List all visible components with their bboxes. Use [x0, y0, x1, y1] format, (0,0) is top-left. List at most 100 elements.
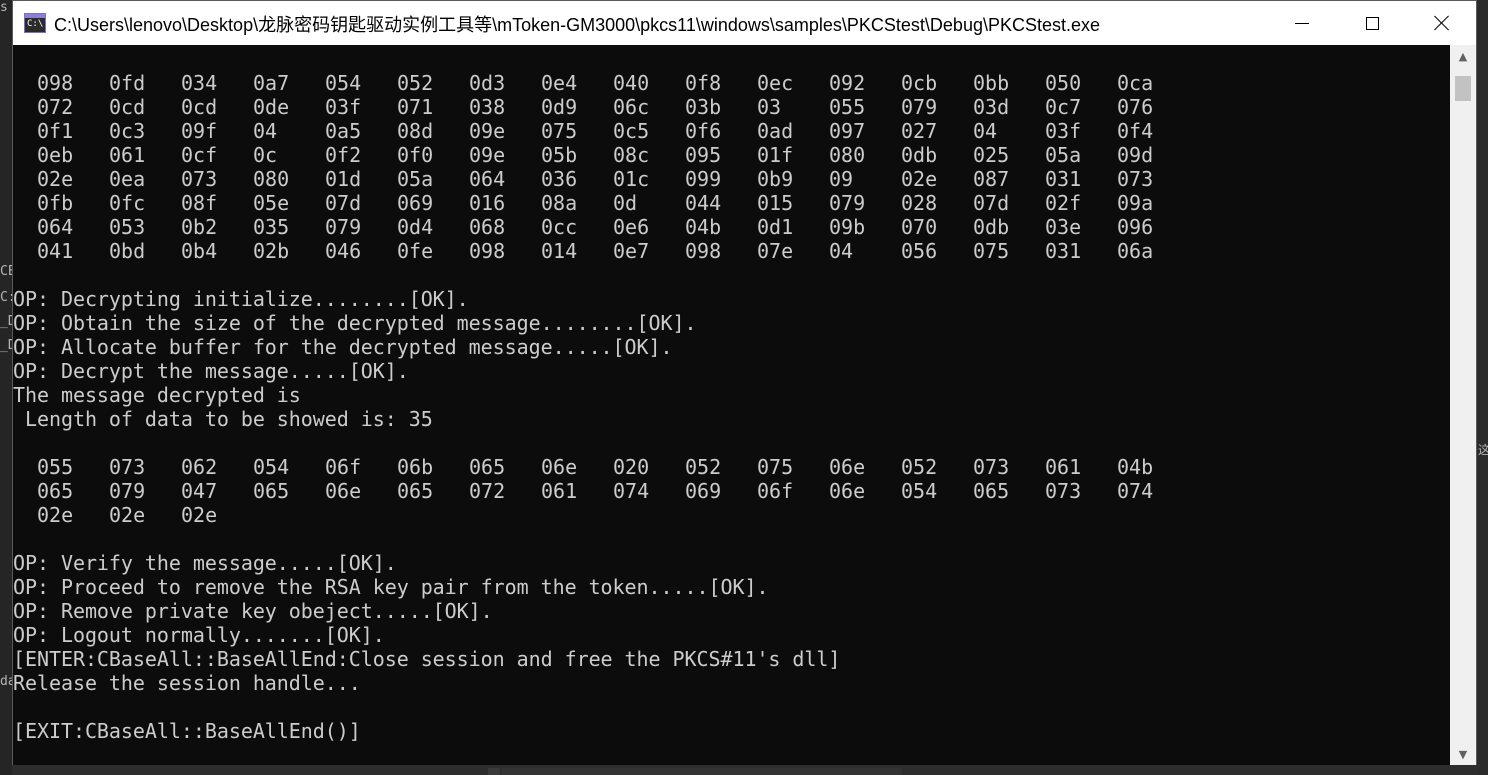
hex-value: 0fe	[397, 239, 434, 263]
hex-value: 0fb	[37, 191, 74, 215]
hex-value: 065	[253, 479, 290, 503]
hex-value: 079	[829, 191, 866, 215]
scroll-down-icon[interactable]: ▼	[1450, 743, 1476, 765]
hex-value: 027	[901, 119, 938, 143]
hex-value: 069	[397, 191, 434, 215]
desktop-fragment: _D	[0, 314, 12, 329]
hex-value: 065	[397, 479, 434, 503]
hex-value: 0ec	[757, 71, 794, 95]
console-line: The message decrypted is	[13, 383, 301, 407]
hex-value: 0cd	[109, 95, 146, 119]
console-line: OP: Proceed to remove the RSA key pair f…	[13, 575, 769, 599]
hex-value: 040	[613, 71, 650, 95]
console-line: OP: Obtain the size of the decrypted mes…	[13, 311, 697, 335]
scroll-up-icon[interactable]: ▲	[1450, 45, 1476, 67]
hex-value: 065	[469, 455, 506, 479]
hex-value: 02e	[901, 167, 938, 191]
hex-value: 0a5	[325, 119, 362, 143]
hex-value: 03e	[1045, 215, 1082, 239]
hex-value: 034	[181, 71, 218, 95]
hex-value: 074	[1117, 479, 1154, 503]
console-line: [EXIT:CBaseAll::BaseAllEnd()]	[13, 719, 361, 743]
hex-value: 0fd	[109, 71, 146, 95]
desktop-divider	[488, 768, 500, 775]
desktop-fragment: 这	[1478, 443, 1488, 457]
hex-value: 061	[1045, 455, 1082, 479]
hex-value: 06c	[613, 95, 650, 119]
console-line: Release the session handle...	[13, 671, 361, 695]
hex-value: 031	[1045, 167, 1082, 191]
desktop-fragment: CE	[0, 264, 12, 279]
console-line: OP: Allocate buffer for the decrypted me…	[13, 335, 673, 359]
desktop-fragment: _D	[0, 338, 12, 353]
hex-value: 02e	[37, 167, 74, 191]
hex-value: 06e	[325, 479, 362, 503]
hex-value: 020	[613, 455, 650, 479]
hex-value: 087	[973, 167, 1010, 191]
hex-value: 0f6	[685, 119, 722, 143]
hex-value: 054	[253, 455, 290, 479]
minimize-button[interactable]	[1267, 1, 1337, 45]
hex-value: 06f	[325, 455, 362, 479]
hex-value: 08c	[613, 143, 650, 167]
hex-value: 09a	[1117, 191, 1154, 215]
hex-value: 0d	[613, 191, 638, 215]
hex-value: 071	[397, 95, 434, 119]
hex-value: 075	[541, 119, 578, 143]
hex-value: 069	[685, 479, 722, 503]
hex-value: 03d	[973, 95, 1010, 119]
hex-value: 072	[469, 479, 506, 503]
hex-value: 0e4	[541, 71, 578, 95]
console-line: [ENTER:CBaseAll::BaseAllEnd:Close sessio…	[13, 647, 841, 671]
hex-value: 015	[757, 191, 794, 215]
title-bar[interactable]: C:\ C:\Users\lenovo\Desktop\龙脉密码钥匙驱动实例工具…	[13, 1, 1476, 45]
console-output[interactable]: 098 0fd 034 0a7 054 052 0d3 0e4 040 0f8 0ec 092 0cb 0…	[13, 45, 1450, 765]
hex-value: 09b	[829, 215, 866, 239]
hex-value: 05e	[253, 191, 290, 215]
hex-value: 07d	[973, 191, 1010, 215]
hex-value: 08d	[397, 119, 434, 143]
hex-value: 079	[325, 215, 362, 239]
console-app-icon[interactable]: C:\	[24, 13, 46, 33]
hex-value: 0db	[901, 143, 938, 167]
hex-value: 062	[181, 455, 218, 479]
console-line: OP: Logout normally.......[OK].	[13, 623, 385, 647]
hex-value: 0b4	[181, 239, 218, 263]
hex-value: 06e	[541, 455, 578, 479]
hex-value: 04	[253, 119, 278, 143]
hex-value: 05b	[541, 143, 578, 167]
hex-value: 046	[325, 239, 362, 263]
desktop-fragment: da	[0, 674, 12, 689]
hex-value: 044	[685, 191, 722, 215]
hex-value: 054	[325, 71, 362, 95]
hex-value: 0c7	[1045, 95, 1082, 119]
desktop-divider	[502, 768, 902, 775]
desktop-background-right	[1477, 44, 1488, 775]
hex-value: 0bd	[109, 239, 146, 263]
maximize-button[interactable]	[1337, 1, 1407, 45]
hex-value: 061	[541, 479, 578, 503]
hex-value: 080	[253, 167, 290, 191]
hex-value: 052	[397, 71, 434, 95]
hex-value: 050	[1045, 71, 1082, 95]
hex-value: 06e	[829, 455, 866, 479]
hex-value: 0c	[253, 143, 278, 167]
hex-value: 073	[1117, 167, 1154, 191]
hex-value: 074	[613, 479, 650, 503]
hex-value: 080	[829, 143, 866, 167]
hex-value: 0cf	[181, 143, 218, 167]
vertical-scrollbar[interactable]: ▲ ▼	[1450, 45, 1476, 765]
hex-value: 097	[829, 119, 866, 143]
hex-value: 041	[37, 239, 74, 263]
hex-value: 09f	[181, 119, 218, 143]
hex-value: 06a	[1117, 239, 1154, 263]
hex-value: 031	[1045, 239, 1082, 263]
hex-value: 079	[109, 479, 146, 503]
scroll-thumb[interactable]	[1455, 76, 1471, 101]
hex-value: 07e	[757, 239, 794, 263]
hex-value: 02b	[253, 239, 290, 263]
hex-value: 0bb	[973, 71, 1010, 95]
close-button[interactable]	[1407, 1, 1477, 45]
hex-value: 065	[37, 479, 74, 503]
hex-value: 0b9	[757, 167, 794, 191]
